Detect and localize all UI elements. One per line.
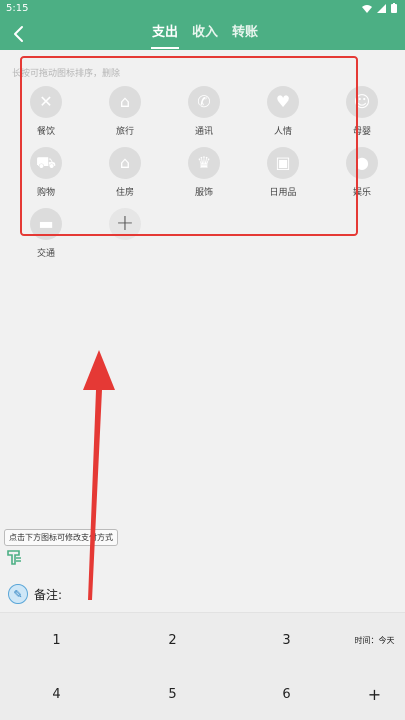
key-plus[interactable]: + — [324, 667, 405, 720]
status-icons — [362, 3, 397, 13]
car-icon: ▬ — [30, 208, 62, 240]
back-arrow-icon[interactable] — [8, 23, 30, 45]
header-bar: 支出 收入 转账 — [0, 18, 405, 50]
dress-icon: ♛ — [188, 147, 220, 179]
key-4[interactable]: 4 — [6, 667, 107, 720]
category-housing[interactable]: ⌂ 住房 — [95, 147, 155, 198]
cart-icon: ⛟ — [30, 147, 62, 179]
category-travel[interactable]: ⌂ 旅行 — [95, 86, 155, 137]
type-tabs: 支出 收入 转账 — [145, 18, 265, 50]
note-icon: ✎ — [8, 584, 28, 604]
category-entertainment[interactable]: ● 娱乐 — [332, 147, 392, 198]
key-3[interactable]: 3 — [236, 613, 337, 667]
baby-icon: ☺ — [346, 86, 378, 118]
category-communication[interactable]: ✆ 通讯 — [174, 86, 234, 137]
key-2[interactable]: 2 — [122, 613, 223, 667]
note-row[interactable]: ✎ 备注: — [8, 584, 62, 604]
wifi-icon — [362, 4, 372, 13]
category-shopping[interactable]: ⛟ 购物 — [16, 147, 76, 198]
key-6[interactable]: 6 — [236, 667, 337, 720]
daily-goods-icon: ▣ — [267, 147, 299, 179]
plus-icon: + — [109, 208, 141, 240]
category-dining[interactable]: ✕ 餐饮 — [16, 86, 76, 137]
phone-icon: ✆ — [188, 86, 220, 118]
category-clothing[interactable]: ♛ 服饰 — [174, 147, 234, 198]
house-icon: ⌂ — [109, 147, 141, 179]
key-1[interactable]: 1 — [6, 613, 107, 667]
status-bar: 5:15 — [0, 0, 405, 18]
note-label: 备注: — [34, 587, 63, 602]
reorder-hint: 长按可拖动图标排序，删除 — [12, 69, 121, 79]
add-category-button[interactable]: + — [95, 208, 155, 240]
date-selector[interactable]: 时间：今天 — [324, 613, 405, 667]
status-time: 5:15 — [6, 3, 29, 14]
utensils-icon: ✕ — [30, 86, 62, 118]
payment-method-hint: 点击下方图标可修改支付方式 — [4, 529, 118, 546]
category-gifts[interactable]: ♥ 人情 — [253, 86, 313, 137]
gift-icon: ♥ — [267, 86, 299, 118]
number-keypad: 1 2 3 时间：今天 4 5 6 + — [0, 612, 405, 720]
battery-icon — [391, 3, 397, 13]
travel-icon: ⌂ — [109, 86, 141, 118]
key-5[interactable]: 5 — [122, 667, 223, 720]
tab-transfer[interactable]: 转账 — [225, 18, 265, 50]
category-transport[interactable]: ▬ 交通 — [16, 208, 76, 259]
category-baby[interactable]: ☺ 母婴 — [332, 86, 392, 137]
category-daily-goods[interactable]: ▣ 日用品 — [253, 147, 313, 198]
entertainment-icon: ● — [346, 147, 378, 179]
tab-income[interactable]: 收入 — [185, 18, 225, 50]
tab-expense[interactable]: 支出 — [145, 18, 185, 50]
payment-method-icon[interactable] — [6, 548, 24, 566]
signal-icon — [377, 3, 386, 13]
